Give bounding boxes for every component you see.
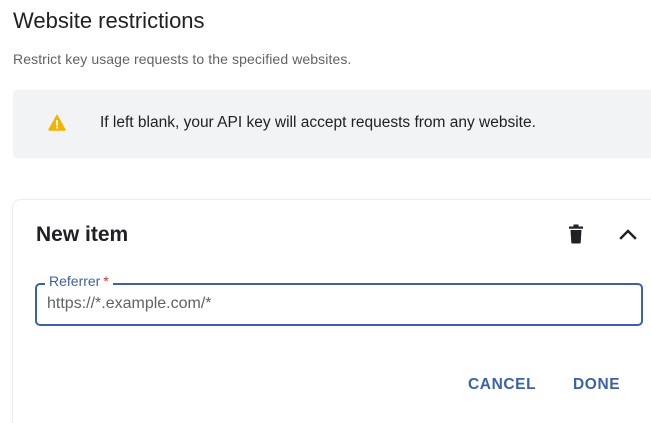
- cancel-button[interactable]: CANCEL: [468, 376, 536, 394]
- chevron-up-icon: [619, 227, 637, 245]
- info-banner: If left blank, your API key will accept …: [13, 90, 651, 158]
- required-marker: *: [103, 273, 109, 289]
- delete-button[interactable]: [562, 222, 590, 250]
- page: Website restrictions Restrict key usage …: [0, 0, 651, 423]
- warning-icon: [48, 114, 66, 132]
- collapse-button[interactable]: [614, 222, 642, 250]
- card-title: New item: [36, 223, 129, 246]
- referrer-field: Referrer *: [35, 273, 643, 326]
- section-title: Website restrictions: [13, 8, 205, 33]
- referrer-label: Referrer *: [45, 273, 113, 289]
- trash-icon: [568, 224, 584, 249]
- banner-text: If left blank, your API key will accept …: [100, 114, 536, 131]
- section-description: Restrict key usage requests to the speci…: [13, 51, 352, 67]
- new-item-card: New item Referrer* CANCEL DONE: [13, 200, 651, 423]
- done-button[interactable]: DONE: [573, 376, 620, 394]
- referrer-label-text: Referrer: [49, 273, 101, 289]
- referrer-input[interactable]: [47, 293, 627, 315]
